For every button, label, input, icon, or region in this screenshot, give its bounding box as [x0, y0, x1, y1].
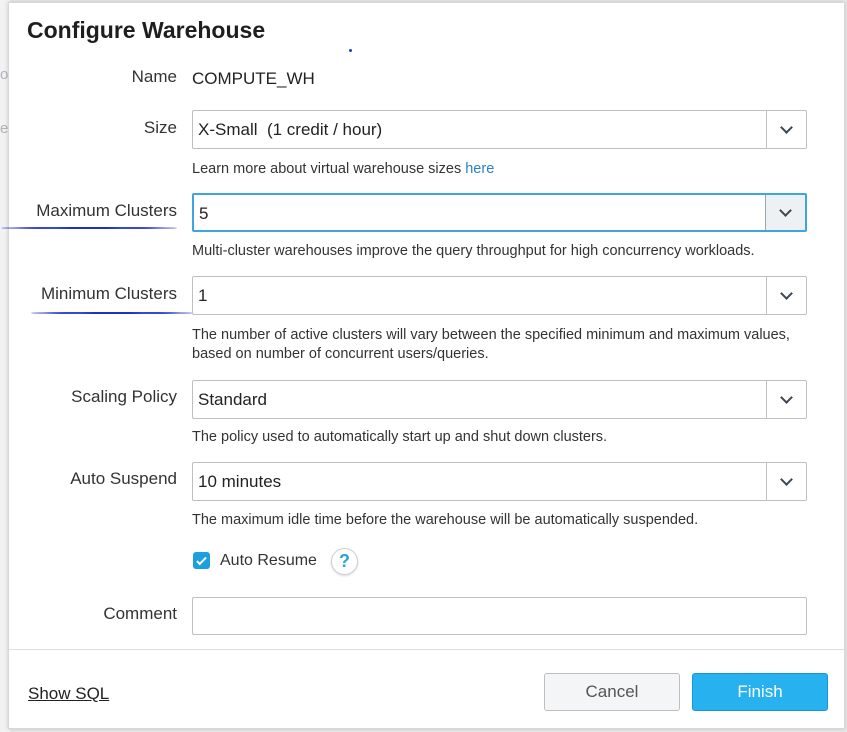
- auto-suspend-help: The maximum idle time before the warehou…: [192, 512, 699, 528]
- max-clusters-label: Maximum Clusters: [36, 201, 177, 220]
- size-select[interactable]: X-Small (1 credit / hour): [192, 110, 807, 149]
- comment-input[interactable]: [192, 597, 807, 635]
- stray-annotation-dot: [349, 49, 352, 52]
- min-clusters-label: Minimum Clusters: [40, 284, 177, 303]
- dialog-title: Configure Warehouse: [27, 17, 266, 43]
- question-mark-icon[interactable]: ?: [331, 548, 358, 575]
- chevron-down-icon: [779, 203, 792, 217]
- chevron-down-icon: [780, 390, 793, 404]
- chevron-down-icon: [780, 286, 793, 300]
- size-label: Size: [143, 118, 177, 137]
- scaling-policy-label: Scaling Policy: [71, 387, 177, 406]
- max-clusters-select[interactable]: 5: [192, 193, 807, 232]
- auto-suspend-label: Auto Suspend: [70, 469, 177, 488]
- annotation-underline: [31, 312, 193, 314]
- name-value: COMPUTE_WH: [192, 69, 315, 88]
- size-help: Learn more about virtual warehouse sizes…: [192, 160, 832, 179]
- max-clusters-toggle[interactable]: [765, 195, 805, 230]
- auto-resume-label: Auto Resume: [220, 552, 317, 569]
- scaling-policy-toggle[interactable]: [766, 381, 806, 418]
- finish-button[interactable]: Finish: [692, 673, 828, 711]
- max-clusters-help: Multi-cluster warehouses improve the que…: [192, 243, 755, 259]
- size-select-value: X-Small (1 credit / hour): [198, 120, 383, 139]
- chevron-down-icon: [780, 472, 793, 486]
- comment-label: Comment: [103, 604, 177, 623]
- size-help-text: Learn more about virtual warehouse sizes: [192, 161, 466, 177]
- min-clusters-select[interactable]: 1: [192, 276, 807, 315]
- name-label: Name: [131, 67, 177, 86]
- max-clusters-value: 5: [199, 204, 209, 223]
- min-clusters-value: 1: [198, 286, 208, 305]
- cancel-button[interactable]: Cancel: [544, 673, 680, 711]
- show-sql-link[interactable]: Show SQL: [28, 684, 109, 704]
- scaling-policy-select[interactable]: Standard: [192, 380, 807, 419]
- checkmark-icon: [196, 554, 207, 565]
- auto-suspend-value: 10 minutes: [198, 472, 282, 491]
- scaling-policy-value: Standard: [198, 390, 267, 409]
- auto-suspend-toggle[interactable]: [766, 463, 806, 500]
- size-select-toggle[interactable]: [766, 111, 806, 148]
- min-clusters-help: The number of active clusters will vary …: [192, 327, 790, 362]
- auto-suspend-select[interactable]: 10 minutes: [192, 462, 807, 501]
- annotation-underline: [1, 227, 177, 229]
- scaling-policy-help: The policy used to automatically start u…: [192, 429, 608, 445]
- configure-warehouse-dialog: Configure Warehouse Name COMPUTE_WH Size…: [1, 2, 845, 729]
- size-help-link[interactable]: here: [465, 161, 494, 177]
- auto-resume-checkbox[interactable]: [193, 552, 210, 569]
- chevron-down-icon: [780, 120, 793, 134]
- footer-divider: [9, 649, 844, 650]
- min-clusters-toggle[interactable]: [766, 277, 806, 314]
